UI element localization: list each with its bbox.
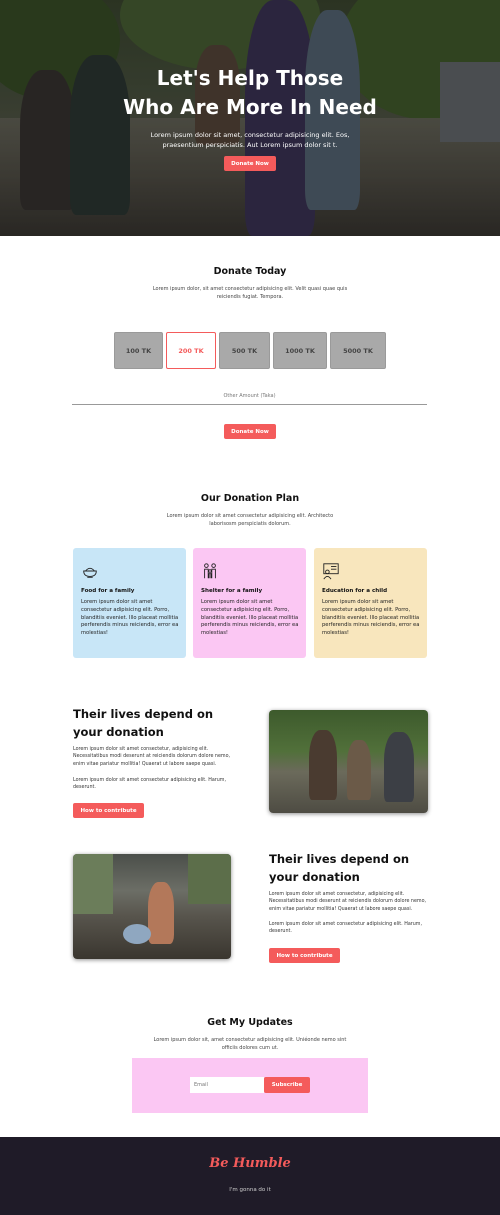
teacher-icon — [323, 563, 339, 580]
footer-tagline: I'm gonna do it — [229, 1187, 271, 1193]
plan-card-education[interactable]: Education for a child Lorem ipsum dolor … — [314, 548, 427, 658]
plan-card-body: Lorem ipsum dolor sit amet consectetur a… — [322, 599, 420, 637]
plan-text: Lorem ipsum dolor sit amet consectetur a… — [166, 513, 334, 527]
plan-card-title: Food for a family — [81, 588, 135, 594]
lives-title: Their lives depend on your donation — [269, 852, 410, 884]
plan-card-body: Lorem ipsum dolor sit amet consectetur a… — [201, 599, 299, 637]
lives-paragraph: Lorem ipsum dolor sit amet consectetur a… — [73, 778, 226, 791]
other-amount-underline — [72, 404, 427, 405]
plan-card-body: Lorem ipsum dolor sit amet consectetur a… — [81, 599, 179, 637]
email-input[interactable] — [190, 1077, 264, 1093]
hero-subtitle: Lorem ipsum dolor sit amet, consectetur … — [150, 131, 350, 149]
hero-title-line1: Let's Help Those — [156, 66, 344, 90]
hero-donate-button[interactable]: Donate Now — [224, 156, 276, 171]
donate-text: Lorem ipsum dolor, sit amet consectetur … — [152, 286, 348, 300]
lives-paragraph: Lorem ipsum dolor sit amet consectetur a… — [269, 922, 422, 935]
updates-text: Lorem ipsum dolor sit, amet consectetur … — [153, 1037, 347, 1051]
updates-title: Get My Updates — [207, 1017, 293, 1028]
family-icon — [204, 563, 216, 579]
flood-rescue-photo — [269, 710, 428, 813]
lives-title: Their lives depend on your donation — [73, 707, 214, 739]
plan-card-food[interactable]: Food for a family Lorem ipsum dolor sit … — [73, 548, 186, 658]
plan-card-title: Shelter for a family — [201, 588, 263, 594]
lives-paragraph: Lorem ipsum dolor sit amet consectetur, … — [73, 747, 231, 767]
how-to-contribute-button[interactable]: How to contribute — [269, 948, 340, 963]
hero-title-line2: Who Are More In Need — [123, 95, 377, 119]
flood-child-photo — [73, 854, 231, 959]
footer-brand-logo: Be Humble — [209, 1156, 291, 1171]
amount-100-button[interactable]: 100 TK — [114, 332, 163, 369]
how-to-contribute-button[interactable]: How to contribute — [73, 803, 144, 818]
amount-5000-button[interactable]: 5000 TK — [330, 332, 386, 369]
subscribe-button[interactable]: Subscribe — [264, 1077, 310, 1093]
food-bowl-icon — [83, 567, 97, 578]
footer — [0, 1137, 500, 1215]
amount-500-button[interactable]: 500 TK — [219, 332, 270, 369]
plan-title: Our Donation Plan — [200, 493, 300, 504]
hero-banner: Let's Help Those Who Are More In Need Lo… — [0, 0, 500, 236]
amount-200-button[interactable]: 200 TK — [166, 332, 216, 369]
amount-1000-button[interactable]: 1000 TK — [273, 332, 327, 369]
donate-now-button[interactable]: Donate Now — [224, 424, 276, 439]
lives-paragraph: Lorem ipsum dolor sit amet consectetur, … — [269, 892, 427, 912]
other-amount-field[interactable]: Other Amount (Taka) — [72, 393, 427, 399]
plan-card-title: Education for a child — [322, 588, 388, 594]
donate-title: Donate Today — [213, 266, 287, 277]
plan-card-shelter[interactable]: Shelter for a family Lorem ipsum dolor s… — [193, 548, 306, 658]
